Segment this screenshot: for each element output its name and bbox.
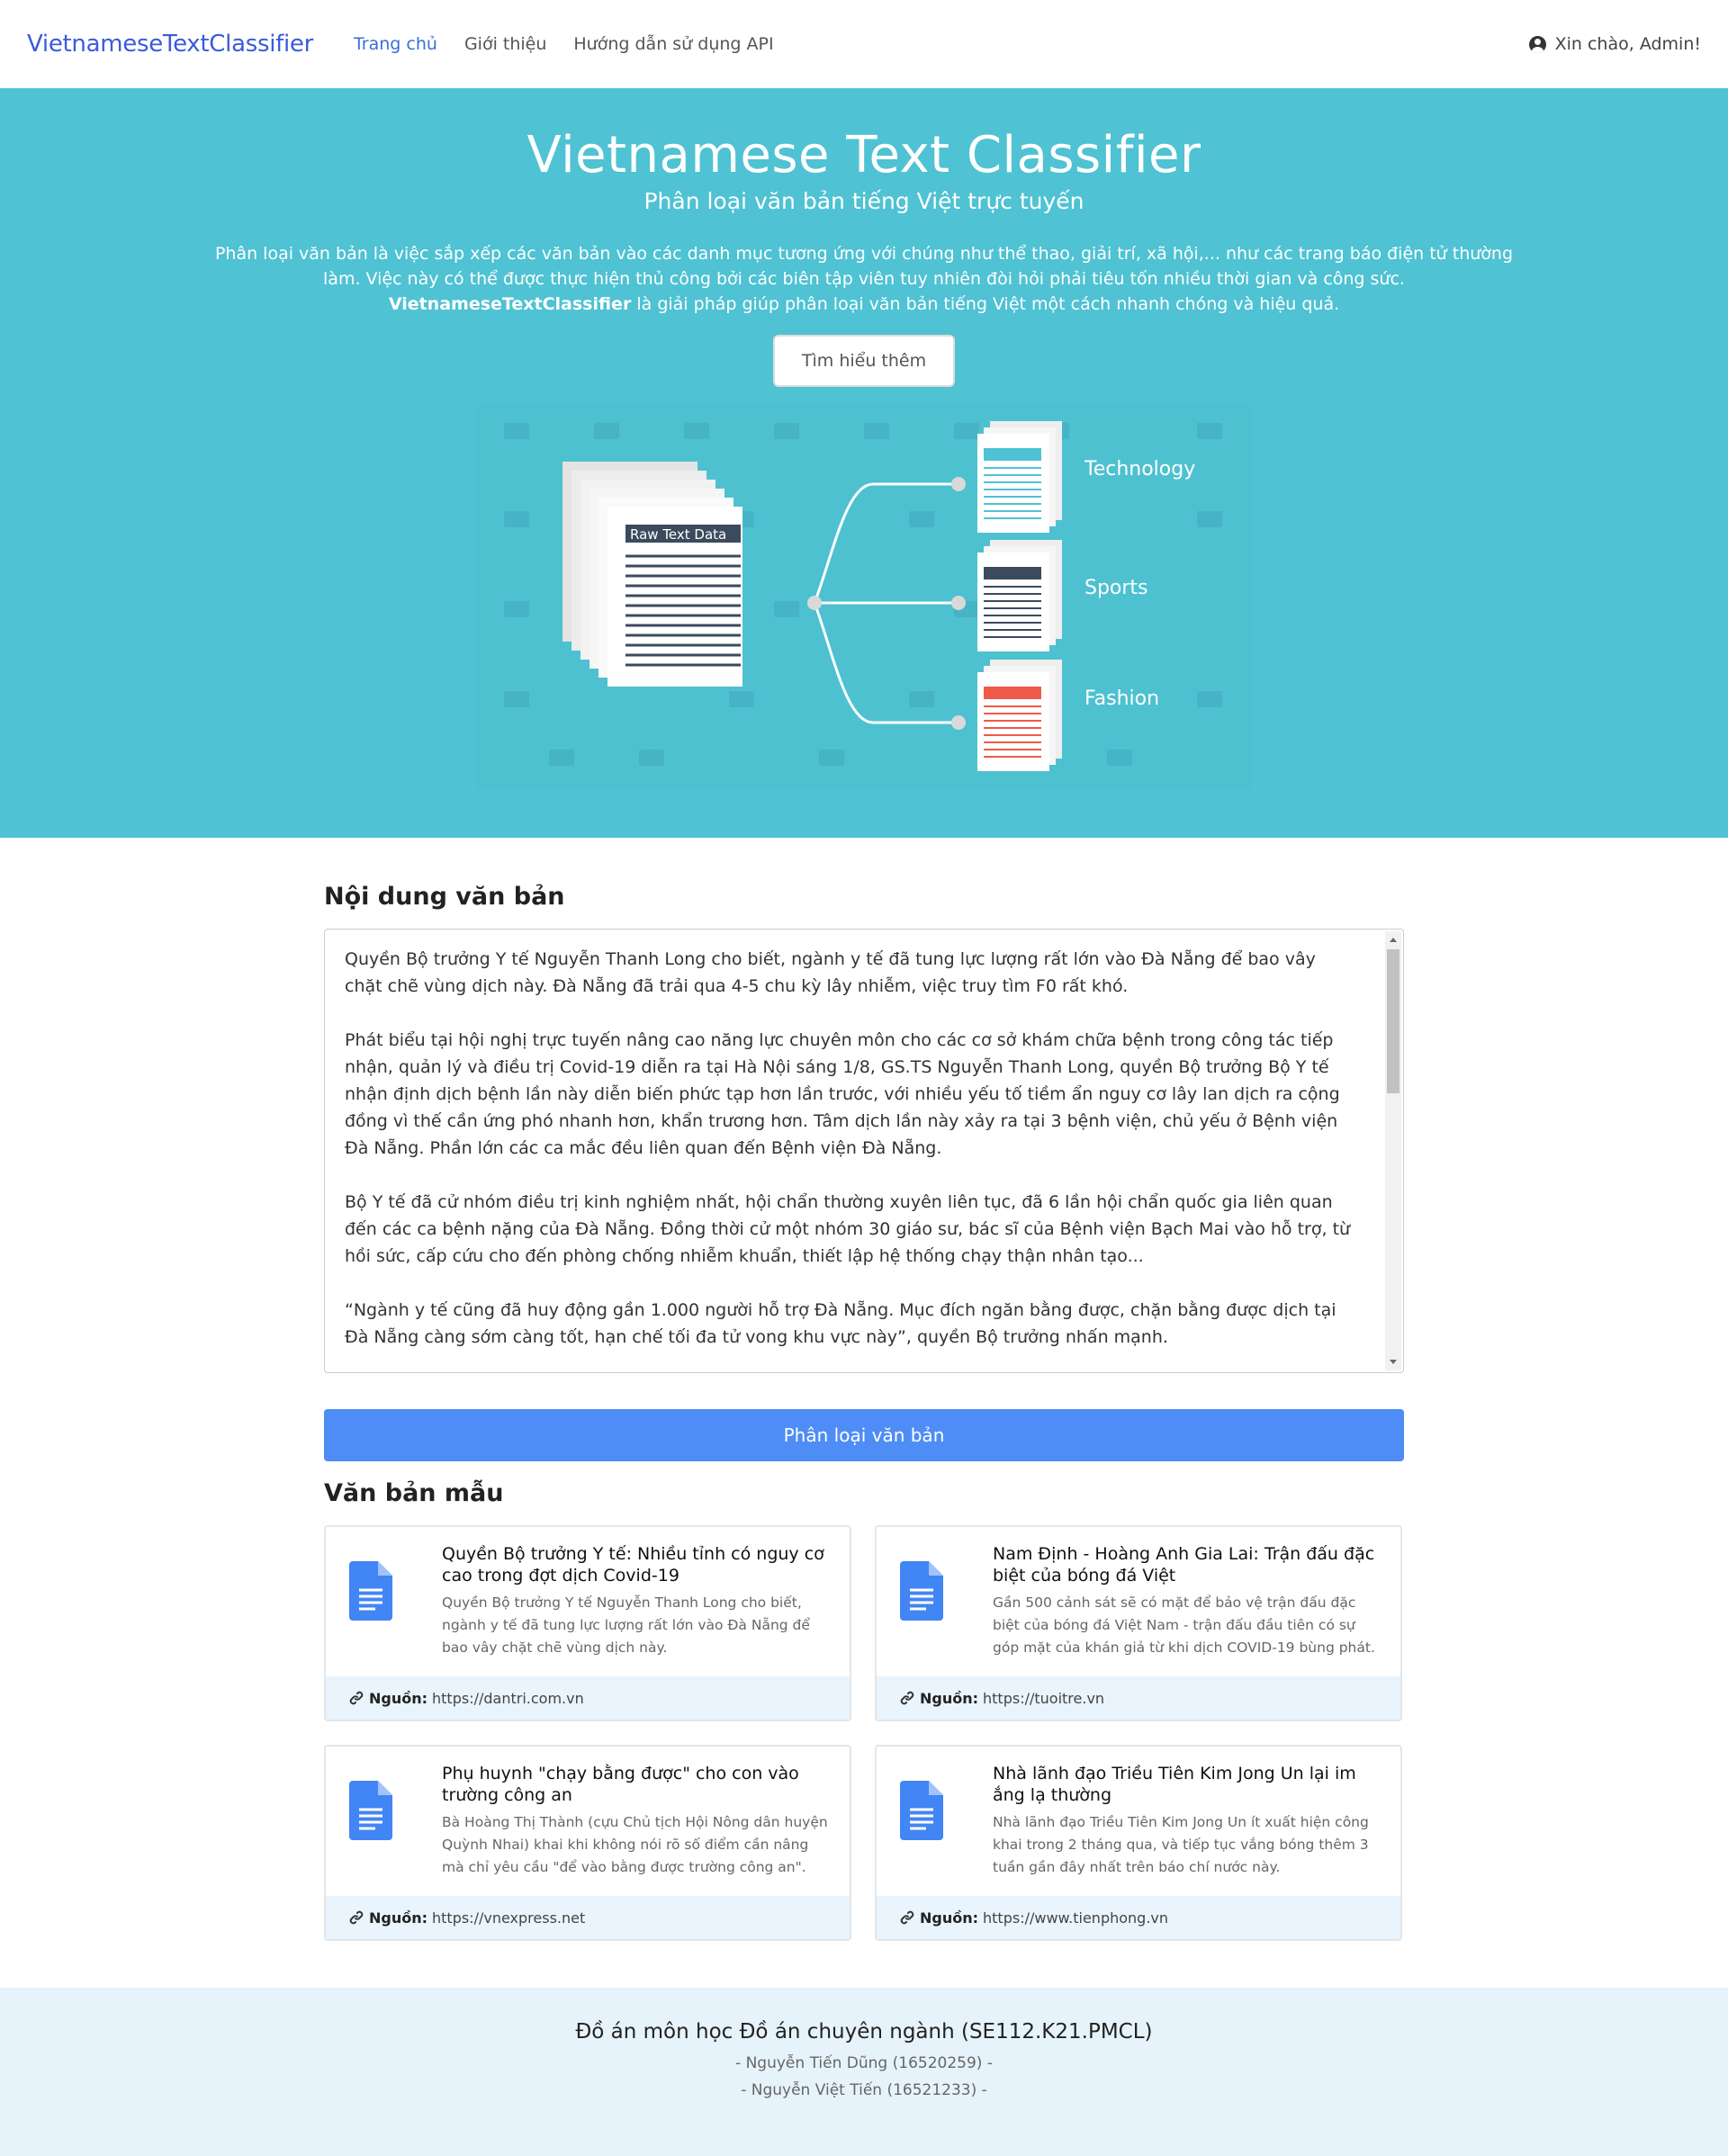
card-body: Quyền Bộ trưởng Y tế: Nhiều tỉnh có nguy… bbox=[326, 1527, 850, 1676]
page-footer: Đồ án môn học Đồ án chuyên ngành (SE112.… bbox=[0, 1988, 1728, 2156]
card-description: Quyền Bộ trưởng Y tế Nguyễn Thanh Long c… bbox=[442, 1595, 810, 1656]
nav-link-about[interactable]: Giới thiệu bbox=[464, 34, 546, 54]
content-section-title: Nội dung văn bản bbox=[324, 883, 565, 911]
link-icon bbox=[900, 1691, 914, 1705]
nav-links: Trang chủ Giới thiệu Hướng dẫn sử dụng A… bbox=[354, 34, 1529, 54]
card-footer: Nguồn: https://www.tienphong.vn bbox=[877, 1896, 1400, 1939]
classification-illustration: Raw Text Data Technology Sports Fashion bbox=[477, 403, 1251, 790]
card-description: Nhà lãnh đạo Triều Tiên Kim Jong Un ít x… bbox=[993, 1814, 1369, 1875]
card-body: Phụ huynh "chạy bằng được" cho con vào t… bbox=[326, 1747, 850, 1896]
category-sports: Sports bbox=[1084, 577, 1148, 599]
source-label: Nguồn: bbox=[369, 1909, 428, 1927]
main-content: Nội dung văn bản Quyền Bộ trưởng Y tế Ng… bbox=[324, 838, 1404, 1941]
learn-more-button[interactable]: Tìm hiểu thêm bbox=[772, 335, 956, 387]
sample-card[interactable]: Nam Định - Hoàng Anh Gia Lai: Trận đấu đ… bbox=[875, 1525, 1402, 1721]
sample-card[interactable]: Phụ huynh "chạy bằng được" cho con vào t… bbox=[324, 1745, 851, 1941]
footer-author: - Nguyễn Việt Tiến (16521233) - bbox=[741, 2081, 987, 2099]
footer-author: - Nguyễn Tiến Dũng (16520259) - bbox=[735, 2054, 993, 2072]
card-footer: Nguồn: https://tuoitre.vn bbox=[877, 1676, 1400, 1720]
hero-desc-part2: là giải pháp giúp phân loại văn bản tiến… bbox=[631, 294, 1340, 314]
text-content-input[interactable]: Quyền Bộ trưởng Y tế Nguyễn Thanh Long c… bbox=[325, 930, 1403, 1372]
text-input-container: Quyền Bộ trưởng Y tế Nguyễn Thanh Long c… bbox=[324, 929, 1404, 1373]
hero-description: Phân loại văn bản là việc sắp xếp các vă… bbox=[207, 241, 1521, 317]
textarea-scrollbar[interactable] bbox=[1385, 931, 1401, 1370]
nav-link-api-guide[interactable]: Hướng dẫn sử dụng API bbox=[573, 34, 773, 54]
source-url[interactable]: https://vnexpress.net bbox=[432, 1909, 585, 1927]
card-body: Nam Định - Hoàng Anh Gia Lai: Trận đấu đ… bbox=[877, 1527, 1400, 1676]
scroll-down-arrow-icon[interactable] bbox=[1390, 1360, 1397, 1364]
hero-section: Vietnamese Text Classifier Phân loại văn… bbox=[0, 88, 1728, 838]
link-icon bbox=[900, 1910, 914, 1925]
scroll-up-arrow-icon[interactable] bbox=[1390, 938, 1397, 942]
source-url[interactable]: https://tuoitre.vn bbox=[983, 1690, 1104, 1707]
sample-cards-grid: Quyền Bộ trưởng Y tế: Nhiều tỉnh có nguy… bbox=[324, 1525, 1404, 1941]
footer-title: Đồ án môn học Đồ án chuyên ngành (SE112.… bbox=[575, 2020, 1153, 2044]
card-description: Gần 500 cảnh sát sẽ có mặt để bảo vệ trậ… bbox=[993, 1595, 1375, 1656]
source-url[interactable]: https://dantri.com.vn bbox=[432, 1690, 584, 1707]
link-icon bbox=[349, 1691, 364, 1705]
user-greeting: Xin chào, Admin! bbox=[1554, 34, 1701, 54]
category-technology: Technology bbox=[1084, 458, 1195, 481]
card-description: Bà Hoàng Thị Thành (cựu Chủ tịch Hội Nôn… bbox=[442, 1814, 828, 1875]
nav-link-home[interactable]: Trang chủ bbox=[354, 34, 437, 54]
card-text: Nhà lãnh đạo Triều Tiên Kim Jong Un lại … bbox=[993, 1763, 1384, 1896]
card-title: Quyền Bộ trưởng Y tế: Nhiều tỉnh có nguy… bbox=[442, 1544, 824, 1586]
hero-subtitle: Phân loại văn bản tiếng Việt trực tuyến bbox=[644, 188, 1084, 214]
navbar: VietnameseTextClassifier Trang chủ Giới … bbox=[0, 0, 1728, 88]
card-title: Nhà lãnh đạo Triều Tiên Kim Jong Un lại … bbox=[993, 1764, 1356, 1805]
samples-section-title: Văn bản mẫu bbox=[324, 1479, 504, 1507]
source-label: Nguồn: bbox=[920, 1909, 979, 1927]
scroll-thumb[interactable] bbox=[1387, 949, 1400, 1093]
hero-desc-part1: Phân loại văn bản là việc sắp xếp các vă… bbox=[214, 244, 1514, 289]
card-text: Quyền Bộ trưởng Y tế: Nhiều tỉnh có nguy… bbox=[442, 1543, 833, 1676]
sample-card[interactable]: Quyền Bộ trưởng Y tế: Nhiều tỉnh có nguy… bbox=[324, 1525, 851, 1721]
link-icon bbox=[349, 1910, 364, 1925]
hero-desc-brand: VietnameseTextClassifier bbox=[388, 294, 632, 314]
category-fashion: Fashion bbox=[1084, 687, 1159, 710]
source-label: Nguồn: bbox=[369, 1689, 428, 1707]
document-icon bbox=[900, 1781, 943, 1840]
card-title: Phụ huynh "chạy bằng được" cho con vào t… bbox=[442, 1764, 799, 1805]
card-footer: Nguồn: https://vnexpress.net bbox=[326, 1896, 850, 1939]
user-menu[interactable]: Xin chào, Admin! bbox=[1528, 34, 1701, 54]
source-label: Nguồn: bbox=[920, 1689, 979, 1707]
sample-card[interactable]: Nhà lãnh đạo Triều Tiên Kim Jong Un lại … bbox=[875, 1745, 1402, 1941]
brand-logo[interactable]: VietnameseTextClassifier bbox=[27, 31, 313, 58]
card-body: Nhà lãnh đạo Triều Tiên Kim Jong Un lại … bbox=[877, 1747, 1400, 1896]
hero-title: Vietnamese Text Classifier bbox=[526, 126, 1202, 184]
document-icon bbox=[349, 1781, 392, 1840]
card-text: Phụ huynh "chạy bằng được" cho con vào t… bbox=[442, 1763, 833, 1896]
user-circle-icon bbox=[1528, 35, 1546, 53]
document-icon bbox=[900, 1561, 943, 1621]
card-title: Nam Định - Hoàng Anh Gia Lai: Trận đấu đ… bbox=[993, 1544, 1375, 1586]
classify-button[interactable]: Phân loại văn bản bbox=[324, 1409, 1404, 1461]
card-footer: Nguồn: https://dantri.com.vn bbox=[326, 1676, 850, 1720]
raw-text-data-label: Raw Text Data bbox=[630, 526, 726, 543]
document-icon bbox=[349, 1561, 392, 1621]
card-text: Nam Định - Hoàng Anh Gia Lai: Trận đấu đ… bbox=[993, 1543, 1384, 1676]
source-url[interactable]: https://www.tienphong.vn bbox=[983, 1909, 1168, 1927]
